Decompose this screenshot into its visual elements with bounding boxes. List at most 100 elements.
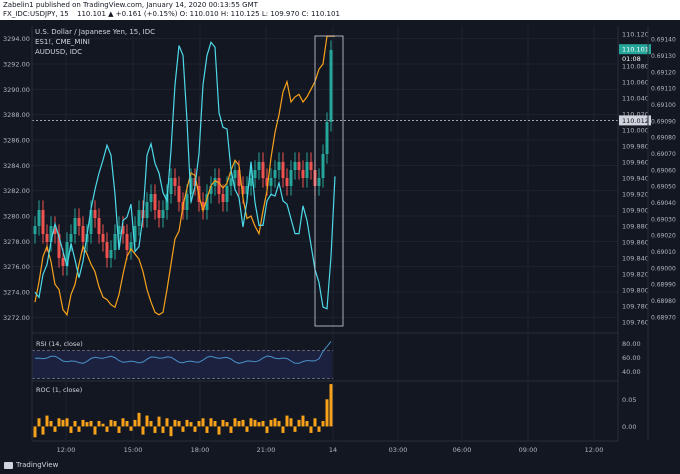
candle-body (257, 162, 261, 170)
roc-bar (265, 426, 269, 433)
candle-body (169, 178, 173, 194)
roc-bar (305, 421, 309, 427)
candle-body (301, 170, 305, 178)
candle-body (233, 170, 237, 178)
left-tick-label: 3282.00 (3, 187, 30, 195)
right-tick-label-audusd: 0.69070 (651, 151, 676, 158)
candle-body (285, 178, 289, 186)
left-tick-label: 3278.00 (3, 238, 30, 246)
rsi-tick-label: 80.00 (622, 340, 641, 348)
x-tick-label: 15:00 (124, 446, 143, 454)
roc-bar (221, 419, 225, 427)
candle-body (101, 234, 105, 242)
right-tick-label-usdjpy: 109.780 (622, 303, 649, 311)
right-tick-label-audusd: 0.69080 (651, 135, 676, 142)
right-tick-label-audusd: 0.69050 (651, 184, 676, 191)
candle-body (113, 234, 117, 250)
candle-body (157, 210, 161, 218)
roc-bar (97, 421, 101, 427)
left-tick-label: 3272.00 (3, 314, 30, 322)
candle-body (149, 194, 153, 202)
roc-bar (37, 418, 41, 427)
chart-canvas[interactable]: RSI (14, close) ROC (1, close) 12:00 15:00… (0, 0, 680, 458)
candle-body (321, 154, 325, 178)
roc-bar (297, 419, 301, 427)
right-tick-label-audusd: 0.69110 (651, 86, 676, 93)
roc-bar (269, 419, 273, 427)
candle-body (325, 122, 329, 154)
right-tick-label-audusd: 0.69120 (651, 69, 676, 76)
roc-bar (185, 419, 189, 427)
roc-bar (317, 426, 321, 432)
roc-bar (197, 421, 201, 427)
roc-bar (213, 421, 217, 427)
candle-body (153, 194, 157, 210)
footer: TradingView (0, 458, 680, 474)
roc-bar (285, 415, 289, 427)
roc-bar (45, 415, 49, 427)
right-tick-label-audusd: 0.68990 (651, 282, 676, 289)
x-tick-label: 12:00 (585, 446, 604, 454)
roc-bar (73, 421, 77, 427)
roc-bar (329, 384, 333, 427)
x-tick-label: 06:00 (453, 446, 472, 454)
roc-tick-label: 0.00 (622, 423, 636, 431)
x-tick-label: 21:00 (257, 446, 276, 454)
right-tick-label-usdjpy: 109.940 (622, 175, 649, 183)
roc-bar (237, 421, 241, 427)
roc-bar (321, 421, 325, 427)
roc-bar (181, 426, 185, 432)
candle-body (281, 162, 285, 178)
candle-body (77, 218, 81, 226)
roc-bar (137, 412, 141, 427)
right-tick-label-audusd: 0.69020 (651, 233, 676, 240)
roc-bar (121, 418, 125, 427)
right-tick-label-audusd: 0.69040 (651, 200, 676, 207)
roc-bar (117, 426, 121, 433)
roc-bar (125, 421, 129, 427)
roc-bar (153, 426, 157, 433)
legend-es: ES1!, CME_MINI (35, 38, 90, 46)
left-tick-label: 3280.00 (3, 213, 30, 221)
candle-body (329, 50, 333, 122)
rsi-band (32, 350, 332, 379)
roc-bar (129, 426, 133, 431)
roc-bar (233, 418, 237, 427)
right-tick-label-usdjpy: 109.760 (622, 319, 649, 327)
roc-bar (225, 422, 229, 427)
candle-body (81, 226, 85, 242)
roc-bar (281, 426, 285, 433)
x-tick-label: 03:00 (389, 446, 408, 454)
x-tick-label: 18:00 (191, 446, 210, 454)
candle-body (177, 186, 181, 202)
right-tick-label-usdjpy: 109.800 (622, 287, 649, 295)
candle-body (73, 218, 77, 234)
roc-bar (109, 419, 113, 427)
candle-body (217, 178, 221, 194)
roc-bar (169, 426, 173, 437)
candle-body (185, 194, 189, 210)
left-tick-label: 3294.00 (3, 35, 30, 43)
roc-bar (161, 426, 165, 433)
roc-bar (217, 426, 221, 435)
right-tick-label-audusd: 0.69060 (651, 167, 676, 174)
candle-body (125, 234, 129, 250)
right-tick-label-usdjpy: 109.860 (622, 239, 649, 247)
roc-bar (149, 421, 153, 427)
right-tick-label-usdjpy: 110.000 (622, 127, 649, 135)
roc-bar (261, 421, 265, 427)
candle-body (137, 210, 141, 226)
roc-bar (205, 426, 209, 433)
roc-bar (113, 421, 117, 427)
candle-body (297, 162, 301, 170)
right-tick-label-usdjpy: 110.060 (622, 79, 649, 87)
legend-main: U.S. Dollar / Japanese Yen, 15, IDC (35, 28, 155, 36)
candle-body (305, 162, 309, 178)
candle-body (273, 170, 277, 178)
roc-bar (61, 419, 65, 427)
left-tick-label: 3274.00 (3, 289, 30, 297)
roc-bar (33, 426, 37, 438)
roc-bar (157, 416, 161, 427)
roc-bar (41, 426, 45, 435)
tradingview-logo-icon (4, 462, 13, 469)
